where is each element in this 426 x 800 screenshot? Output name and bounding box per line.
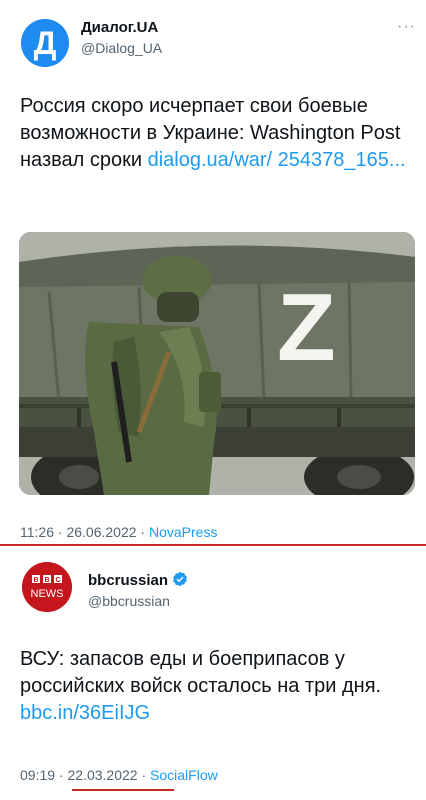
dialog-logo-icon: Д bbox=[21, 19, 69, 67]
svg-text:C: C bbox=[55, 577, 60, 584]
tweet-text: ВСУ: запасов еды и боеприпасов у российс… bbox=[20, 646, 412, 727]
tweet-link[interactable]: bbc.in/36EiIJG bbox=[20, 702, 150, 724]
author-name[interactable]: Диалог.UA bbox=[81, 19, 158, 36]
tweet-meta: 11:26 · 26.06.2022 · NovaPress bbox=[20, 524, 218, 540]
tweet-photo[interactable]: Z bbox=[19, 232, 415, 495]
tweet-time[interactable]: 11:26 bbox=[20, 524, 54, 540]
author-name[interactable]: bbcrussian bbox=[88, 571, 188, 589]
tweet-source[interactable]: SocialFlow bbox=[150, 767, 218, 783]
tweet-dialog-ua: Д Диалог.UA @Dialog_UA ··· Россия скоро … bbox=[0, 0, 426, 546]
tweet-date[interactable]: 26.06.2022 bbox=[66, 524, 136, 540]
svg-text:Д: Д bbox=[34, 25, 57, 61]
tweet-source[interactable]: NovaPress bbox=[149, 524, 217, 540]
tweet-body: ВСУ: запасов еды и боеприпасов у российс… bbox=[20, 648, 382, 697]
tweet-text: Россия скоро исчерпает свои боевые возмо… bbox=[20, 93, 412, 174]
svg-text:NEWS: NEWS bbox=[31, 588, 64, 600]
more-options-icon[interactable]: ··· bbox=[397, 18, 416, 36]
dialog-ua-avatar[interactable]: Д bbox=[21, 19, 69, 67]
author-name-text: bbcrussian bbox=[88, 572, 169, 589]
z-symbol: Z bbox=[277, 274, 336, 381]
tweet-link[interactable]: dialog.ua/war/ 254378_165... bbox=[148, 149, 406, 171]
verified-badge-icon bbox=[173, 571, 188, 587]
soldier-truck-image: Z bbox=[19, 232, 415, 495]
date-underline bbox=[72, 789, 174, 791]
bbc-news-logo-icon: B B C NEWS bbox=[22, 562, 72, 612]
svg-text:B: B bbox=[33, 577, 38, 584]
tweet-date[interactable]: 22.03.2022 bbox=[68, 767, 138, 783]
tweet-meta: 09:19 · 22.03.2022 · SocialFlow bbox=[20, 767, 218, 783]
tweet-bbcrussian: B B C NEWS bbcrussian @bbcrussian ВСУ: з… bbox=[0, 546, 426, 800]
svg-text:B: B bbox=[44, 577, 49, 584]
author-handle[interactable]: @Dialog_UA bbox=[81, 40, 162, 56]
bbc-avatar[interactable]: B B C NEWS bbox=[22, 562, 72, 612]
tweet-time[interactable]: 09:19 bbox=[20, 767, 55, 783]
author-handle[interactable]: @bbcrussian bbox=[88, 593, 170, 609]
